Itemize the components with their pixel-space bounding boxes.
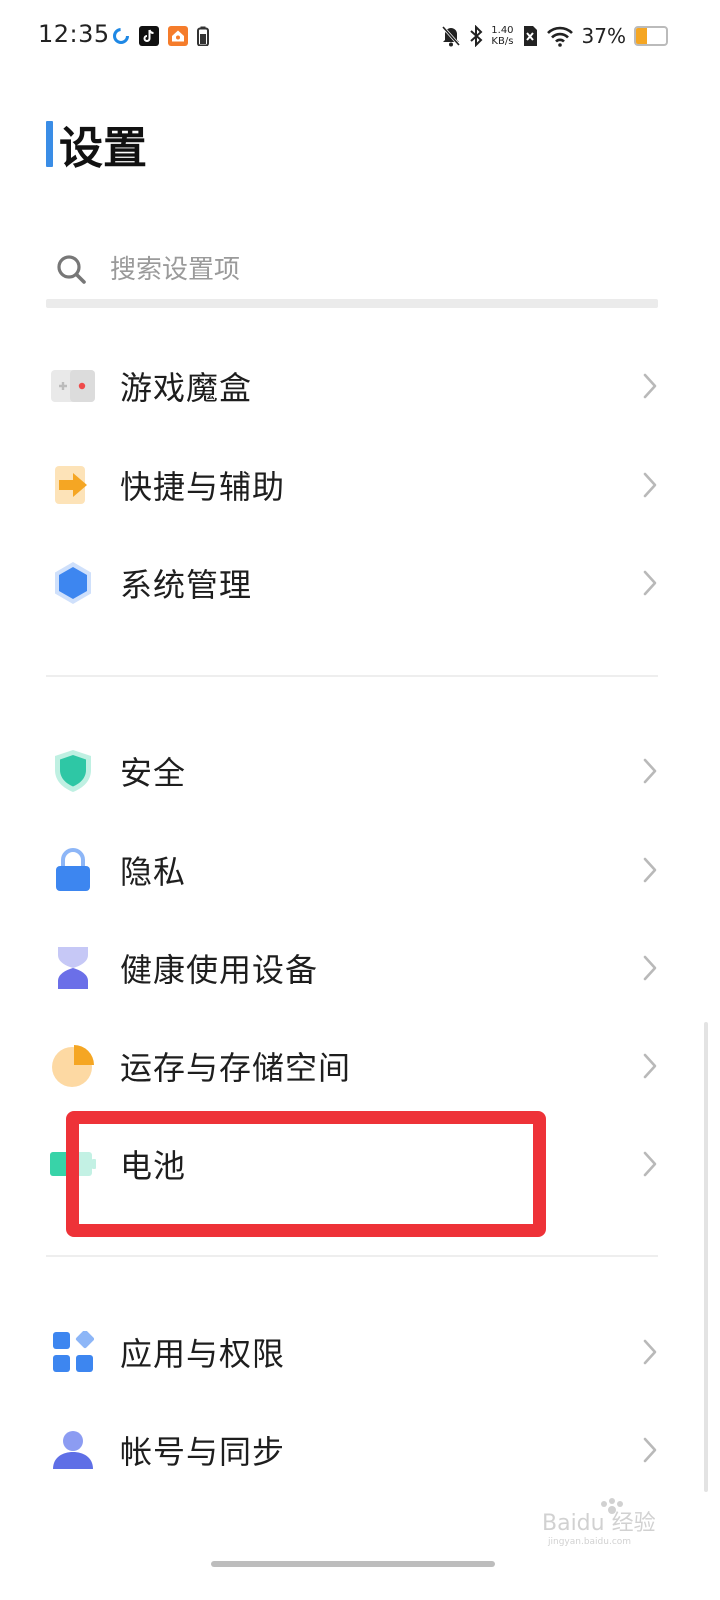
battery-notification-icon (197, 26, 209, 46)
settings-item-label: 快捷与辅助 (120, 468, 286, 506)
chevron-right-icon (643, 758, 657, 784)
chevron-right-icon (643, 1437, 657, 1463)
battery-fill (636, 28, 648, 44)
settings-item-label: 隐私 (120, 853, 187, 891)
section-divider (46, 1255, 658, 1257)
chevron-right-icon (643, 955, 657, 981)
settings-item-privacy[interactable]: 隐私 (46, 832, 658, 908)
watermark-text: Baidu 经验 (542, 1511, 656, 1536)
baidu-watermark-logo: Baidu 经验 jingyan.baidu.com (542, 1498, 656, 1546)
settings-item-game-box[interactable]: 游戏魔盒 (46, 348, 658, 424)
tiktok-app-icon (139, 26, 159, 46)
chevron-right-icon (643, 1339, 657, 1365)
settings-item-label: 运存与存储空间 (120, 1049, 352, 1087)
account-person-icon (48, 1425, 98, 1475)
battery-status-icon (634, 26, 668, 46)
chevron-right-icon (643, 373, 657, 399)
no-sim-icon (523, 26, 537, 46)
settings-item-label: 帐号与同步 (120, 1433, 286, 1471)
shortcut-arrow-icon (48, 460, 98, 510)
search-input[interactable] (108, 254, 632, 286)
settings-item-account-sync[interactable]: 帐号与同步 (46, 1412, 658, 1488)
section-divider (46, 675, 658, 677)
home-indicator[interactable] (211, 1561, 495, 1567)
title-accent-bar (46, 121, 53, 167)
settings-item-label: 系统管理 (120, 566, 253, 604)
settings-item-label: 健康使用设备 (120, 951, 319, 989)
status-right: 1.40 KB/s 37% (441, 24, 668, 48)
scrollbar[interactable] (704, 1022, 708, 1492)
notification-icons (112, 26, 209, 46)
settings-item-label: 游戏魔盒 (120, 369, 253, 407)
chevron-right-icon (643, 570, 657, 596)
settings-item-security[interactable]: 安全 (46, 733, 658, 809)
storage-pie-icon (48, 1041, 98, 1091)
settings-item-system-management[interactable]: 系统管理 (46, 545, 658, 621)
loading-ring-icon (113, 28, 129, 44)
network-speed: 1.40 KB/s (491, 25, 513, 47)
watermark-subtext: jingyan.baidu.com (547, 1537, 631, 1546)
settings-item-memory-storage[interactable]: 运存与存储空间 (46, 1028, 658, 1104)
wifi-icon (546, 26, 573, 47)
chevron-right-icon (643, 857, 657, 883)
chevron-right-icon (643, 1053, 657, 1079)
chevron-right-icon (643, 1151, 657, 1177)
page-header: 设置 (46, 118, 147, 174)
battery-percent: 37% (581, 24, 626, 48)
mute-bell-icon (442, 26, 461, 47)
hourglass-icon (48, 943, 98, 993)
bluetooth-icon (470, 25, 483, 47)
search-bar[interactable] (46, 244, 658, 296)
status-bar: 12:35 1.40 KB/s 37% (0, 0, 720, 74)
settings-item-apps-permissions[interactable]: 应用与权限 (46, 1314, 658, 1390)
network-speed-unit: KB/s (491, 36, 514, 47)
shield-icon (48, 746, 98, 796)
lock-icon (48, 845, 98, 895)
status-time: 12:35 (38, 20, 110, 48)
settings-item-healthy-device-use[interactable]: 健康使用设备 (46, 930, 658, 1006)
home-app-icon (168, 26, 188, 46)
apps-grid-icon (48, 1327, 98, 1377)
network-speed-value: 1.40 (491, 25, 514, 36)
settings-item-shortcut-assist[interactable]: 快捷与辅助 (46, 447, 658, 523)
highlight-annotation-box (66, 1111, 546, 1237)
search-icon (57, 255, 86, 284)
settings-item-label: 安全 (120, 754, 187, 792)
game-box-icon (48, 361, 98, 411)
page-title: 设置 (59, 123, 147, 174)
system-hexagon-icon (48, 558, 98, 608)
settings-item-label: 应用与权限 (120, 1335, 286, 1373)
search-underline (46, 299, 658, 308)
chevron-right-icon (643, 472, 657, 498)
